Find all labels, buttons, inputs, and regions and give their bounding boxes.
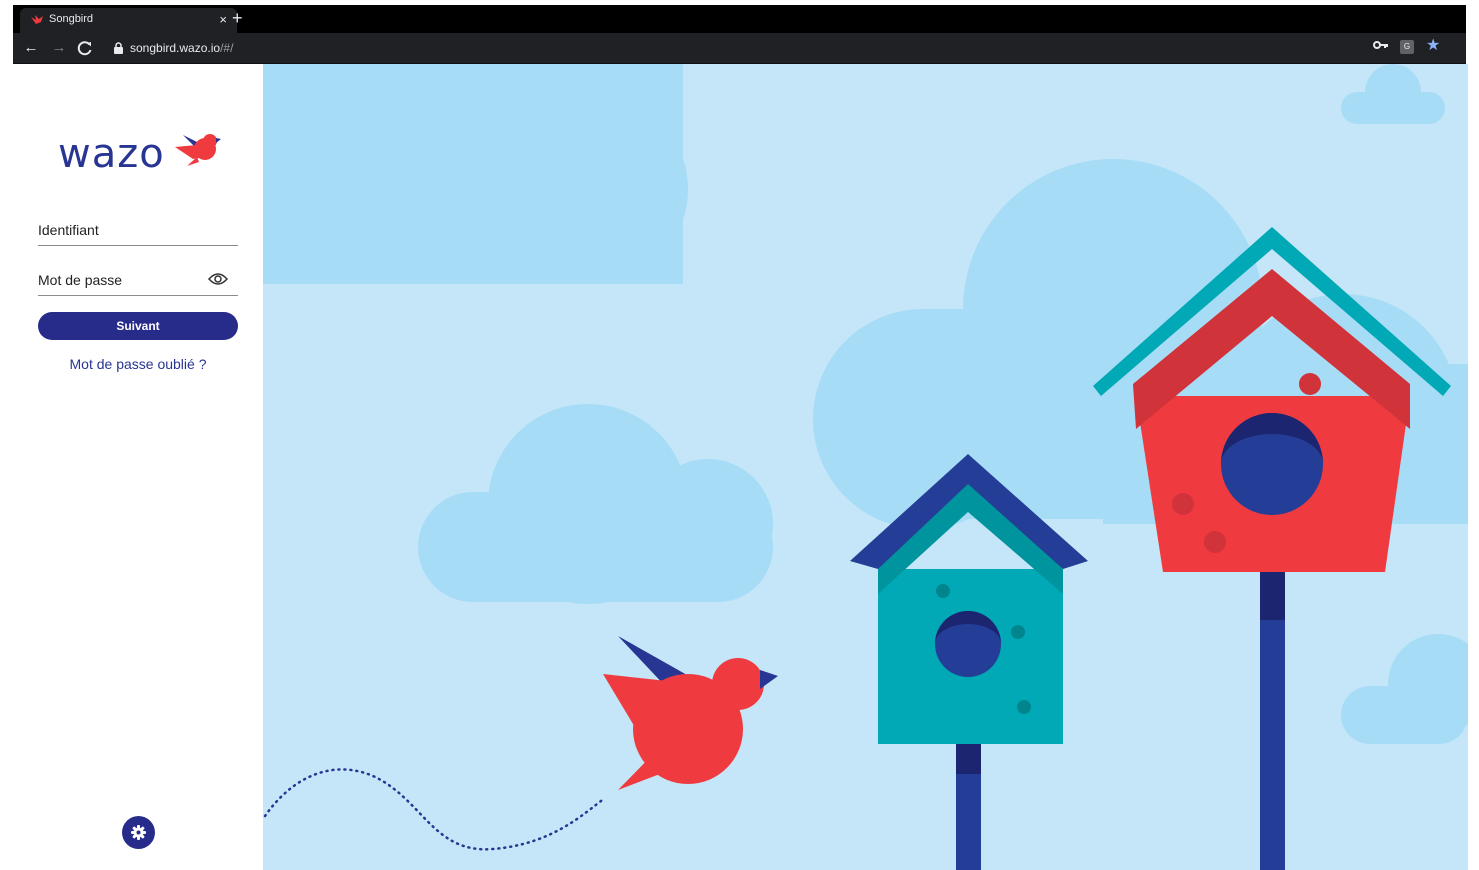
page: Songbird × + ← → songbird.wazo.io/#/ G ★… <box>0 0 1479 870</box>
tab-title: Songbird <box>49 13 94 25</box>
password-field-wrapper <box>38 266 238 296</box>
cloud-middle <box>418 404 773 604</box>
bird-logo-icon <box>175 134 221 166</box>
flying-bird <box>603 636 778 790</box>
username-input[interactable] <box>38 216 238 244</box>
browser-tab[interactable]: Songbird × <box>20 8 237 33</box>
cloud-small-top-right <box>1341 64 1445 124</box>
forward-icon[interactable]: → <box>50 39 68 57</box>
star-icon[interactable]: ★ <box>1426 36 1440 56</box>
eye-icon[interactable] <box>208 272 228 286</box>
new-tab-icon[interactable]: + <box>232 7 243 29</box>
songbird-favicon-icon <box>31 15 43 24</box>
wazo-logo: wazo <box>58 128 221 180</box>
translate-icon[interactable]: G <box>1400 40 1414 54</box>
url-text: songbird.wazo.io/#/ <box>130 41 233 55</box>
browser-tab-strip: Songbird × + <box>13 5 1466 33</box>
cloud-top-left <box>263 64 688 284</box>
gear-icon <box>131 825 146 840</box>
key-icon[interactable] <box>1373 40 1389 50</box>
login-panel: wazo Suivant Mot de passe oublié ? <box>13 64 263 870</box>
address-bar[interactable]: songbird.wazo.io/#/ <box>101 37 1458 60</box>
flight-path <box>263 768 607 851</box>
url-path: /#/ <box>220 41 234 55</box>
forgot-password-link[interactable]: Mot de passe oublié ? <box>38 356 238 372</box>
cloud-bottom-right <box>1341 634 1468 744</box>
settings-button[interactable] <box>122 816 155 849</box>
browser-toolbar: ← → songbird.wazo.io/#/ <box>13 33 1466 64</box>
reload-icon[interactable] <box>76 39 94 57</box>
url-host: songbird.wazo.io <box>130 41 221 55</box>
lock-icon <box>114 42 123 54</box>
username-field-wrapper <box>38 216 238 246</box>
back-icon[interactable]: ← <box>22 39 40 57</box>
birdhouse-illustration <box>263 64 1468 870</box>
tab-close-icon[interactable]: × <box>219 12 227 28</box>
illustration-art <box>263 64 1468 870</box>
next-button[interactable]: Suivant <box>38 312 238 340</box>
logo-text: wazo <box>58 131 165 177</box>
